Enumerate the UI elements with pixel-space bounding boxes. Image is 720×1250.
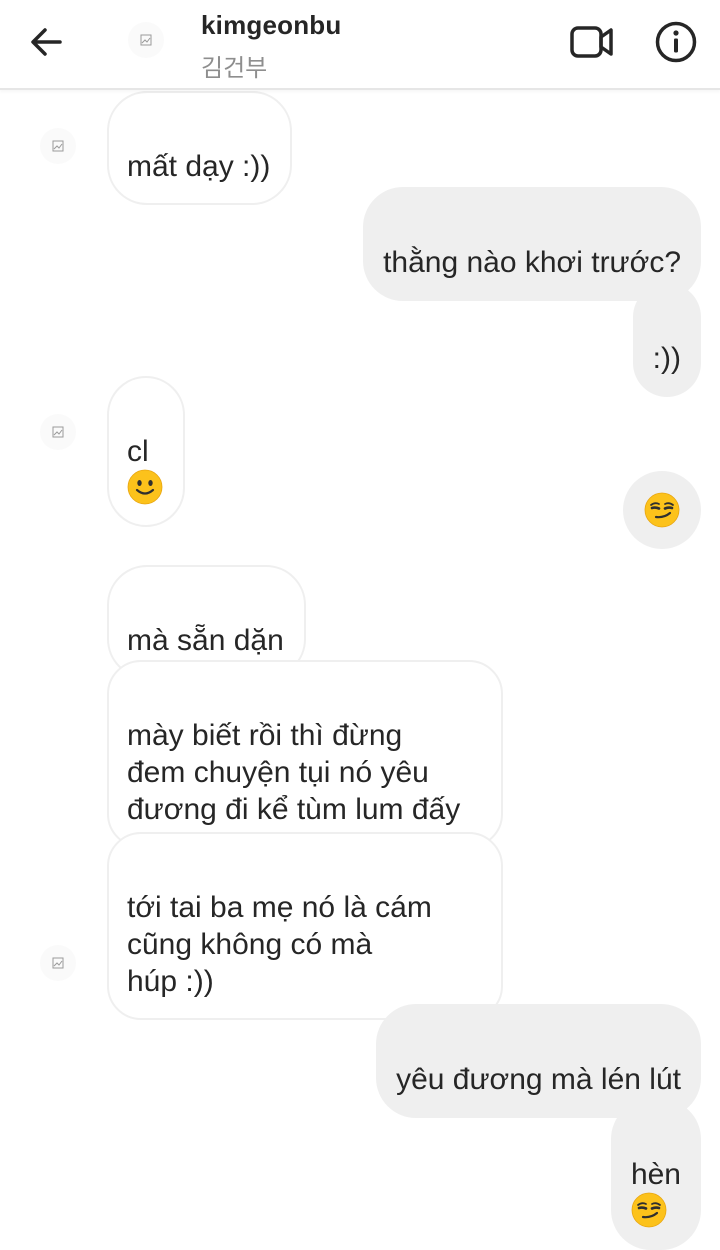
broken-image-icon [52,957,64,969]
message-bubble-received[interactable]: cl [107,376,185,527]
message-text: mà sẵn dặn [127,624,284,657]
info-circle-icon [655,21,697,63]
message-text: yêu đương mà lén lút [396,1063,681,1096]
message-bubble-received[interactable]: tới tai ba mẹ nó là cám cũng không có mà… [107,832,503,1020]
avatar[interactable] [40,128,76,164]
arrow-left-icon [31,28,62,56]
video-call-button[interactable] [564,18,620,66]
message-bubble-sent[interactable]: :)) [632,283,701,397]
message-text: thằng nào khơi trước? [383,246,681,279]
smirking-face-icon [644,492,680,528]
message-text: mất dạy :)) [127,150,271,183]
slightly-smiling-face-icon [127,469,163,505]
chat-header: kimgeonbu 김건부 [0,0,720,90]
smirking-face-icon [631,1192,667,1228]
message-bubble-received[interactable]: mày biết rồi thì đừng đem chuyện tụi nó … [107,660,503,848]
message-text: hèn [630,1158,681,1191]
broken-image-icon [52,426,64,438]
message-text: tới tai ba mẹ nó là cám cũng không có mà… [127,891,432,998]
message-bubble-received[interactable]: mất dạy :)) [107,91,293,205]
broken-image-icon [52,140,64,152]
message-text: cl [127,435,149,468]
avatar[interactable] [40,945,76,981]
message-text: :)) [652,342,681,375]
info-button[interactable] [650,16,702,68]
broken-image-icon [140,34,152,46]
message-text: mày biết rồi thì đừng đem chuyện tụi nó … [127,719,461,826]
message-bubble-sent[interactable]: hèn [610,1099,701,1250]
message-bubble-sent[interactable] [623,471,701,549]
avatar[interactable] [40,414,76,450]
chat-username[interactable]: kimgeonbu [201,10,341,41]
chat-fullname: 김건부 [201,54,268,82]
avatar[interactable] [128,22,164,58]
message-bubble-sent[interactable]: thằng nào khơi trước? [363,187,701,301]
back-button[interactable] [22,20,70,64]
video-camera-icon [570,26,613,58]
